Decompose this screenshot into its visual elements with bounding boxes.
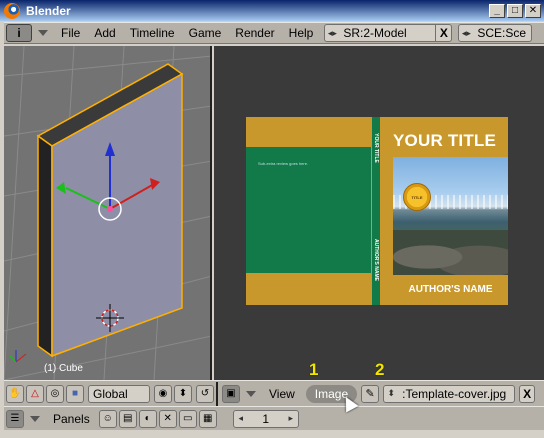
back-gold-band-top bbox=[246, 117, 371, 147]
buttons-collapse-icon[interactable] bbox=[30, 415, 40, 422]
menu-file[interactable]: File bbox=[54, 26, 87, 40]
window-title: Blender bbox=[26, 3, 71, 18]
scene-context-icon[interactable]: ▦ bbox=[198, 409, 217, 428]
rotate-triangle-icon[interactable]: △ bbox=[26, 384, 44, 403]
blender-logo-icon bbox=[4, 2, 20, 19]
spine-title: YOUR TITLE bbox=[373, 133, 379, 163]
image-browse-field[interactable]: ⬍ :Template-cover.jpg bbox=[383, 384, 516, 403]
menu-view[interactable]: View bbox=[262, 387, 302, 401]
viewport-grid bbox=[4, 46, 210, 380]
front-author: AUTHOR'S NAME bbox=[408, 284, 493, 295]
image-stepper-icon[interactable]: ⬍ bbox=[384, 388, 398, 399]
object-context-icon[interactable]: ✕ bbox=[158, 409, 177, 428]
viewport-headers: ✋ △ ◎ ■ Global ◉ ⬍ ↺ ▣ View Image ✎ ⬍ :T… bbox=[4, 380, 544, 406]
page-prev-icon[interactable]: ◂ bbox=[234, 413, 248, 424]
front-title: YOUR TITLE bbox=[393, 131, 497, 150]
book-cover-image: Sub-extra review goes here. YOUR TITLE A… bbox=[246, 117, 508, 305]
scene-name[interactable]: SCE:Sce bbox=[473, 26, 530, 40]
viewport-separator bbox=[216, 381, 218, 406]
screen-delete-button[interactable]: X bbox=[435, 25, 451, 41]
harbor-photo bbox=[393, 157, 508, 275]
screen-name[interactable]: SR:2-Model bbox=[339, 26, 435, 40]
image-editor-type-icon[interactable]: ▣ bbox=[222, 384, 240, 403]
window-title-bar: Blender _ □ ✕ bbox=[0, 0, 544, 21]
book-spine: YOUR TITLE AUTHOR'S NAME bbox=[371, 117, 381, 305]
image-name[interactable]: :Template-cover.jpg bbox=[398, 387, 510, 401]
scene-stepper-icon[interactable]: ◂▸ bbox=[459, 28, 473, 39]
axis-indicator bbox=[9, 350, 27, 363]
active-object-label: (1) Cube bbox=[44, 363, 83, 374]
minimize-button[interactable]: _ bbox=[489, 3, 505, 18]
hand-icon[interactable]: ✋ bbox=[6, 384, 24, 403]
spine-author: AUTHOR'S NAME bbox=[373, 238, 379, 282]
back-gold-band-bottom bbox=[246, 273, 371, 305]
translate-icon[interactable]: ■ bbox=[66, 384, 84, 403]
shading-context-icon[interactable]: ◐ bbox=[138, 409, 157, 428]
menu-panels[interactable]: Panels bbox=[46, 412, 97, 426]
image-clear-button[interactable]: X bbox=[519, 384, 536, 403]
orientation-selector[interactable]: Global bbox=[88, 384, 150, 403]
scale-icon[interactable]: ◎ bbox=[46, 384, 64, 403]
logic-context-icon[interactable]: ☺ bbox=[98, 409, 117, 428]
close-button[interactable]: ✕ bbox=[525, 3, 541, 18]
buttons-window-header: ☰ Panels ☺ ▤ ◐ ✕ ▭ ▦ ◂ 1 ▸ bbox=[4, 406, 544, 430]
script-context-icon[interactable]: ▤ bbox=[118, 409, 137, 428]
layer-stepper-icon[interactable]: ⬍ bbox=[174, 384, 192, 403]
menu-help[interactable]: Help bbox=[282, 26, 321, 40]
paint-pencil-icon[interactable]: ✎ bbox=[361, 384, 380, 403]
orientation-value[interactable]: Global bbox=[89, 387, 132, 401]
editing-context-icon[interactable]: ▭ bbox=[178, 409, 197, 428]
menu-timeline[interactable]: Timeline bbox=[123, 26, 182, 40]
annotation-1: 1 bbox=[309, 360, 319, 379]
front-cover: YOUR TITLE TITLE AUTHOR'S NAME bbox=[381, 117, 508, 305]
title-seal: TITLE bbox=[403, 183, 431, 211]
back-cover: Sub-extra review goes here. bbox=[246, 117, 371, 305]
uv-image-editor[interactable]: Sub-extra review goes here. YOUR TITLE A… bbox=[214, 46, 544, 380]
page-number[interactable]: 1 bbox=[258, 412, 273, 426]
maximize-button[interactable]: □ bbox=[507, 3, 523, 18]
scene-selector[interactable]: ◂▸ SCE:Sce bbox=[458, 24, 533, 42]
3d-viewport[interactable]: (1) Cube bbox=[4, 46, 212, 380]
menu-render[interactable]: Render bbox=[228, 26, 281, 40]
menu-add[interactable]: Add bbox=[87, 26, 122, 40]
rocks-illustration bbox=[393, 230, 508, 275]
pivot-icon[interactable]: ◉ bbox=[154, 384, 172, 403]
screen-stepper-icon[interactable]: ◂▸ bbox=[325, 28, 339, 39]
seal-text: TITLE bbox=[411, 195, 423, 200]
main-header: i File Add Timeline Game Render Help ◂▸ … bbox=[4, 22, 544, 44]
page-next-icon[interactable]: ▸ bbox=[284, 413, 298, 424]
menu-game[interactable]: Game bbox=[182, 26, 229, 40]
image-editor-collapse-icon[interactable] bbox=[246, 390, 256, 397]
screen-selector[interactable]: ◂▸ SR:2-Model X bbox=[324, 24, 453, 42]
back-blurb: Sub-extra review goes here. bbox=[258, 161, 309, 166]
back-green-panel: Sub-extra review goes here. bbox=[246, 147, 371, 273]
buttons-window-type-icon[interactable]: ☰ bbox=[6, 409, 24, 428]
page-number-field[interactable]: ◂ 1 ▸ bbox=[232, 409, 299, 428]
annotation-2: 2 bbox=[375, 360, 385, 379]
collapse-menu-triangle-icon[interactable] bbox=[38, 30, 48, 36]
info-window-type-icon[interactable]: i bbox=[6, 24, 32, 42]
proportional-edit-icon[interactable]: ↺ bbox=[196, 384, 214, 403]
